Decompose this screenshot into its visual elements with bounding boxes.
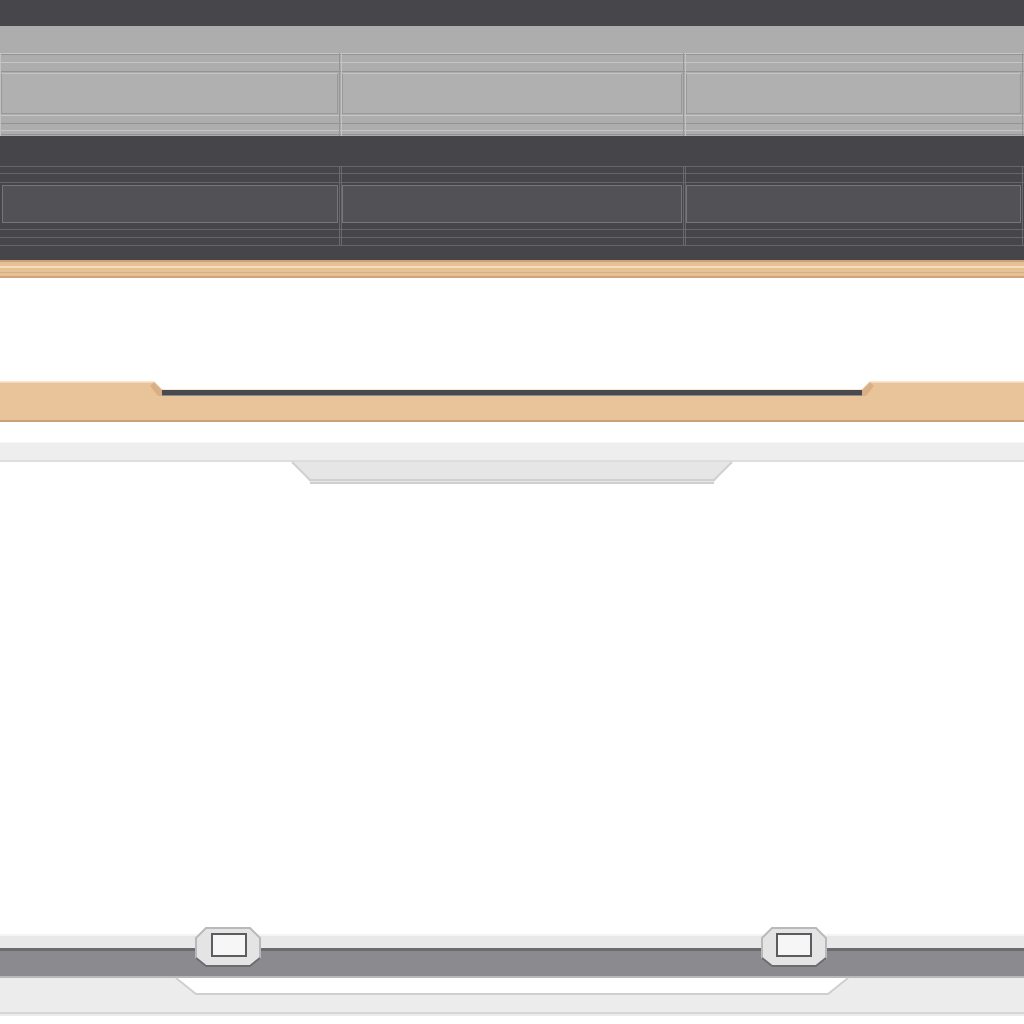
grid-line [0, 123, 1024, 124]
grid-line [0, 130, 1024, 131]
grid-divider [339, 166, 340, 246]
grid-line [0, 173, 1024, 174]
grid-line [0, 71, 1024, 72]
grid-line [0, 62, 1024, 63]
light-panel-grid [0, 26, 1024, 136]
notch-left [195, 927, 261, 967]
grid-divider [1022, 166, 1023, 246]
bottom-notched-bar [0, 927, 1024, 1016]
grid-line [0, 182, 1024, 183]
grid-line [0, 54, 1024, 55]
tan-edge-strip [0, 260, 1024, 278]
notch-right [761, 927, 827, 967]
dark-panel-grid [0, 136, 1024, 260]
light-grey-tab-strip [0, 442, 1024, 484]
grid-line [0, 166, 1024, 167]
grid-line [0, 245, 1024, 246]
grid-line [0, 237, 1024, 238]
grid-line [0, 134, 1024, 135]
tan-beveled-frame [0, 381, 1024, 422]
grid-line [0, 229, 1024, 230]
grid-divider [683, 166, 684, 246]
dark-panel-cell [2, 185, 338, 223]
dark-panel-cell [686, 185, 1021, 223]
grid-line [0, 115, 1024, 116]
light-panel-cell [342, 73, 682, 114]
ui-texture-sheet [0, 0, 1024, 1024]
light-panel-cell [686, 73, 1021, 114]
light-panel-cell [1, 73, 338, 114]
top-dark-bar [0, 0, 1024, 26]
grid-divider [683, 53, 684, 136]
grid-divider [1022, 53, 1023, 136]
grid-divider [339, 53, 340, 136]
dark-panel-cell [342, 185, 682, 223]
